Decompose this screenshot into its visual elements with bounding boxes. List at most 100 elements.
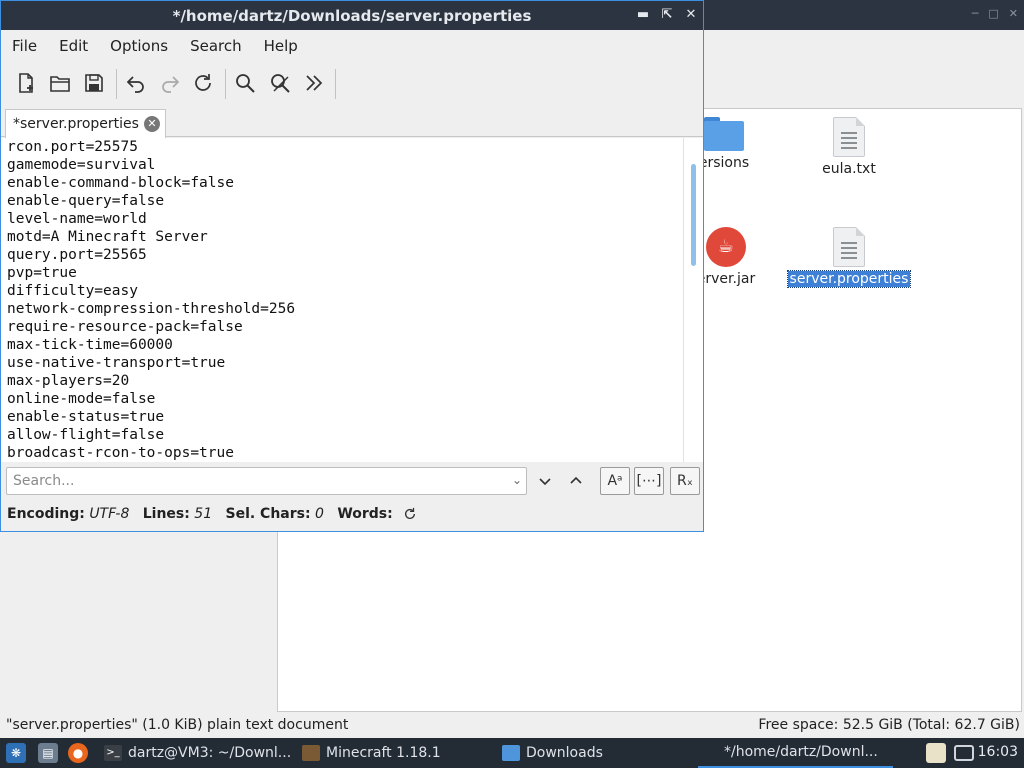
file-item-label: eula.txt xyxy=(822,161,876,177)
text-line: level-name=world xyxy=(7,211,147,227)
show-desktop-icon[interactable]: ▤ xyxy=(38,743,58,763)
toolbar-separator xyxy=(335,69,336,99)
firefox-icon[interactable]: ● xyxy=(68,743,88,763)
clipboard-icon[interactable] xyxy=(926,743,946,763)
menu-edit[interactable]: Edit xyxy=(48,31,99,59)
regex-toggle[interactable]: Rₓ xyxy=(670,467,700,495)
menu-search[interactable]: Search xyxy=(179,31,253,59)
reload-button[interactable] xyxy=(188,69,218,97)
toolbar-separator xyxy=(225,69,226,99)
task-label: Downloads xyxy=(526,745,603,761)
search-input[interactable] xyxy=(13,473,493,489)
close-icon[interactable]: ✕ xyxy=(1009,7,1018,20)
new-file-button[interactable] xyxy=(11,69,41,97)
editor-titlebar[interactable]: */home/dartz/Downloads/server.properties… xyxy=(1,1,703,30)
double-chevron-right-icon xyxy=(306,75,323,91)
text-line: max-tick-time=60000 xyxy=(7,337,173,353)
network-icon[interactable] xyxy=(954,745,974,761)
open-file-button[interactable] xyxy=(45,69,75,97)
close-icon[interactable]: ✕ xyxy=(683,6,699,24)
scrollbar-thumb[interactable] xyxy=(691,164,696,266)
reload-icon xyxy=(195,74,211,91)
task-minecraft[interactable]: Minecraft 1.18.1 xyxy=(302,738,492,768)
task-label: Minecraft 1.18.1 xyxy=(326,745,441,761)
restore-icon[interactable]: ⇱ xyxy=(659,6,675,24)
go-to-line-button[interactable] xyxy=(299,69,329,97)
sel-chars-value: 0 xyxy=(315,506,324,522)
text-line: enable-status=true xyxy=(7,409,165,425)
task-downloads[interactable]: Downloads xyxy=(502,738,692,768)
minimize-icon[interactable]: ─ xyxy=(972,7,979,20)
file-item-server-properties[interactable]: server.properties xyxy=(784,227,914,288)
text-line: require-resource-pack=false xyxy=(7,319,243,335)
text-file-icon xyxy=(833,117,865,157)
folder-icon xyxy=(704,117,744,151)
tab-server-properties[interactable]: *server.properties ✕ xyxy=(5,109,166,138)
match-case-icon: Aᵃ xyxy=(607,473,623,489)
text-line: broadcast-rcon-to-ops=true xyxy=(7,445,234,461)
chevron-down-icon[interactable]: ⌄ xyxy=(512,473,522,487)
find-previous-button[interactable] xyxy=(564,467,588,495)
selected-file-info: "server.properties" (1.0 KiB) plain text… xyxy=(6,717,349,733)
editor-statusbar: Encoding: UTF-8 Lines: 51 Sel. Chars: 0 … xyxy=(1,501,703,529)
text-line: enable-query=false xyxy=(7,193,165,209)
menu-options[interactable]: Options xyxy=(99,31,179,59)
new-file-icon xyxy=(19,73,33,93)
refresh-word-count-icon[interactable] xyxy=(403,507,417,525)
text-line: gamemode=survival xyxy=(7,157,156,173)
find-button[interactable] xyxy=(230,69,260,97)
search-combobox[interactable]: ⌄ xyxy=(6,467,527,495)
vertical-scrollbar[interactable] xyxy=(683,138,703,462)
undo-button[interactable] xyxy=(121,69,151,97)
redo-icon xyxy=(162,76,180,93)
redo-button[interactable] xyxy=(155,69,185,97)
match-case-toggle[interactable]: Aᵃ xyxy=(600,467,630,495)
text-content: rcon.port=25575 gamemode=survival enable-c… xyxy=(7,138,295,462)
text-line: allow-flight=false xyxy=(7,427,165,443)
minecraft-icon xyxy=(302,745,320,761)
task-terminal[interactable]: >_ dartz@VM3: ~/Downl... xyxy=(104,738,294,768)
menu-help[interactable]: Help xyxy=(253,31,309,59)
save-file-button[interactable] xyxy=(79,69,109,97)
file-manager-window-controls: ─ □ ✕ xyxy=(972,7,1018,20)
task-editor[interactable]: */home/dartz/Downl... xyxy=(698,738,893,768)
java-icon: ☕ xyxy=(706,227,746,267)
tab-bar: *server.properties ✕ xyxy=(1,107,703,138)
words-label: Words: xyxy=(337,506,393,522)
menu-file[interactable]: File xyxy=(1,31,48,59)
folder-icon xyxy=(502,745,520,761)
open-folder-icon xyxy=(50,76,70,92)
minimize-icon[interactable]: ▬ xyxy=(635,6,651,24)
clock[interactable]: 16:03 xyxy=(978,744,1018,760)
regex-icon: Rₓ xyxy=(677,473,693,489)
encoding-label: Encoding: xyxy=(7,506,85,522)
whole-word-toggle[interactable]: [⋯] xyxy=(634,467,664,495)
save-icon xyxy=(85,74,103,92)
close-tab-icon[interactable]: ✕ xyxy=(143,116,160,132)
undo-icon xyxy=(126,76,144,93)
menu-bar: File Edit Options Search Help xyxy=(1,31,703,59)
find-replace-icon xyxy=(271,74,290,93)
chevron-down-icon xyxy=(539,478,551,486)
toolbar-separator xyxy=(116,69,117,99)
text-line: online-mode=false xyxy=(7,391,156,407)
file-manager-statusbar: "server.properties" (1.0 KiB) plain text… xyxy=(0,714,1024,738)
window-title: */home/dartz/Downloads/server.properties xyxy=(172,7,532,25)
lines-value: 51 xyxy=(194,506,213,522)
find-next-button[interactable] xyxy=(533,467,557,495)
text-area[interactable]: rcon.port=25575 gamemode=survival enable-c… xyxy=(1,138,683,462)
task-label: dartz@VM3: ~/Downl... xyxy=(128,745,292,761)
app-menu-icon[interactable]: ❋ xyxy=(6,743,26,763)
text-line: pvp=true xyxy=(7,265,77,281)
terminal-icon: >_ xyxy=(104,745,122,761)
file-item-eula[interactable]: eula.txt xyxy=(784,117,914,177)
editor-window-controls: ▬ ⇱ ✕ xyxy=(635,6,699,24)
maximize-icon[interactable]: □ xyxy=(988,7,998,20)
text-line: rcon.port=25575 xyxy=(7,139,138,155)
sel-chars-label: Sel. Chars: xyxy=(225,506,311,522)
free-space-info: Free space: 52.5 GiB (Total: 62.7 GiB) xyxy=(758,717,1020,733)
text-line: max-players=20 xyxy=(7,373,130,389)
text-line: enable-command-block=false xyxy=(7,175,234,191)
text-line: query.port=25565 xyxy=(7,247,147,263)
replace-button[interactable] xyxy=(265,69,295,97)
